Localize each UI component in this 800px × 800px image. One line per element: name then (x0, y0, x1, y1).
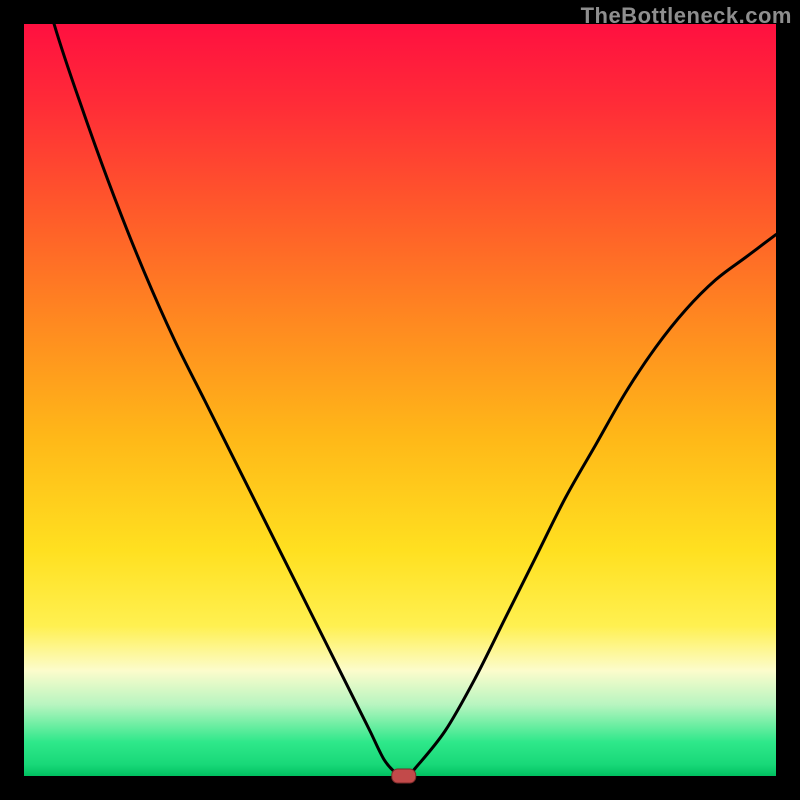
bottleneck-chart-svg (0, 0, 800, 800)
optimal-marker (392, 769, 416, 783)
chart-container: { "watermark": "TheBottleneck.com", "col… (0, 0, 800, 800)
gradient-background (24, 24, 776, 776)
watermark-text: TheBottleneck.com (581, 3, 792, 29)
